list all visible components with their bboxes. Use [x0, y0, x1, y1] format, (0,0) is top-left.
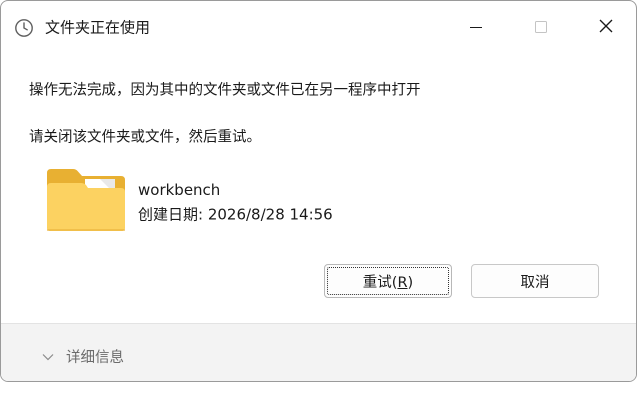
- dialog-title: 文件夹正在使用: [45, 18, 151, 37]
- clock-icon: [14, 18, 34, 38]
- minimize-button[interactable]: [453, 13, 499, 43]
- dialog-window: 文件夹正在使用 操作无法完成，因为其中的文件夹或文件已在另一程序中打开 请关闭该…: [0, 0, 637, 382]
- dialog-body: 操作无法完成，因为其中的文件夹或文件已在另一程序中打开 请关闭该文件夹或文件，然…: [1, 41, 636, 323]
- close-icon: [598, 18, 614, 38]
- file-created-date: 创建日期: 2026/8/28 14:56: [138, 205, 333, 224]
- folder-icon: [45, 167, 127, 233]
- retry-label: 重试(R): [362, 274, 414, 291]
- cancel-label: 取消: [520, 274, 550, 291]
- retry-button[interactable]: 重试(R): [324, 264, 452, 298]
- maximize-icon: [534, 19, 548, 38]
- cancel-button[interactable]: 取消: [471, 264, 599, 298]
- details-label: 详细信息: [66, 349, 124, 366]
- minimize-icon: [469, 19, 483, 38]
- instruction-message: 请关闭该文件夹或文件，然后重试。: [29, 129, 261, 146]
- details-toggle[interactable]: 详细信息: [41, 346, 124, 366]
- dialog-footer: 详细信息: [1, 323, 636, 381]
- chevron-down-icon: [41, 349, 55, 363]
- close-button[interactable]: [583, 13, 629, 43]
- error-message: 操作无法完成，因为其中的文件夹或文件已在另一程序中打开: [29, 82, 421, 99]
- maximize-button: [518, 13, 564, 43]
- title-bar[interactable]: 文件夹正在使用: [1, 1, 636, 41]
- file-name: workbench: [138, 181, 221, 199]
